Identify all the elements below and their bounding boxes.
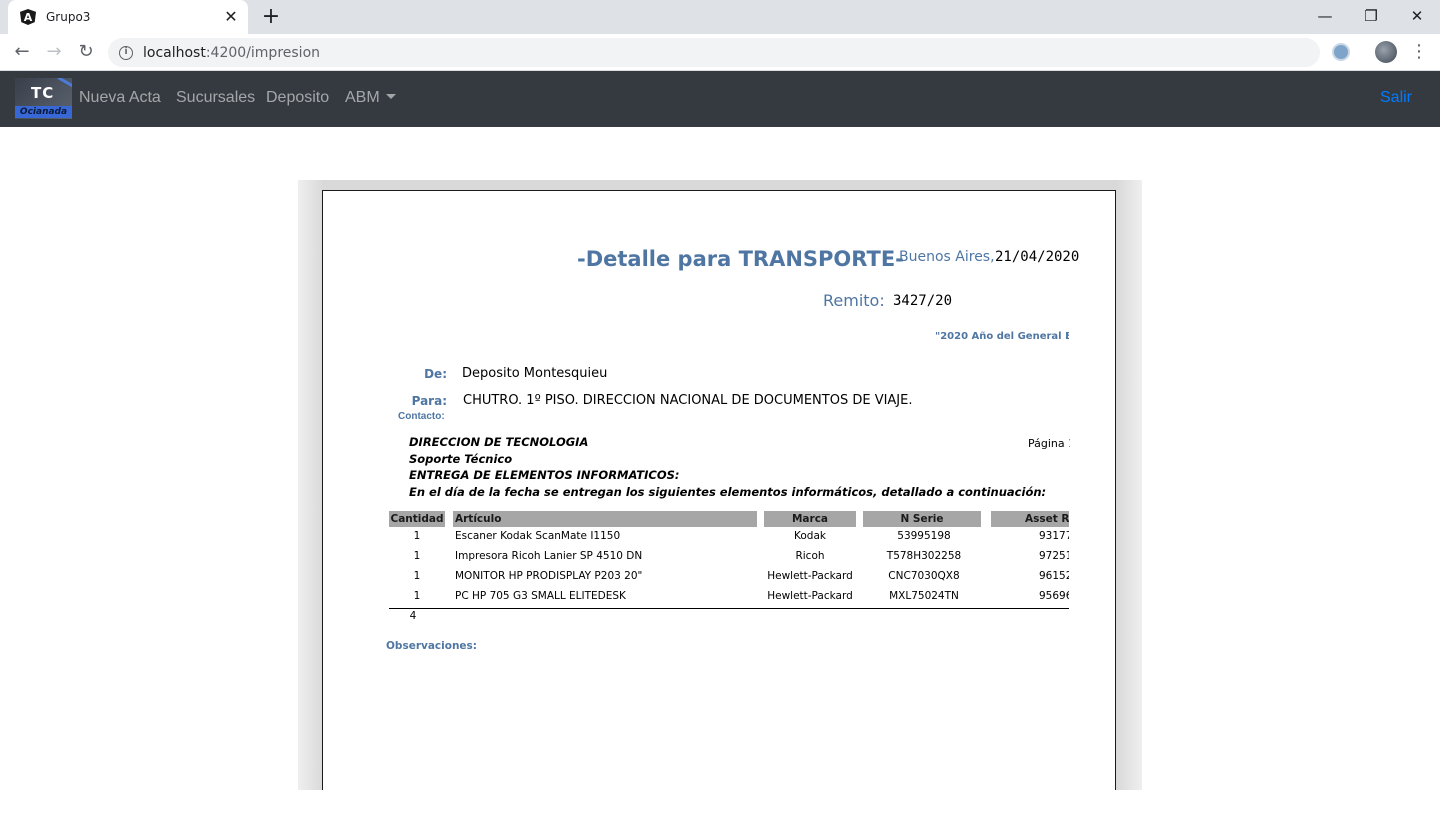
table-cell: 93177	[1039, 530, 1069, 542]
close-icon[interactable]: ✕	[222, 8, 240, 26]
column-header-nserie: N Serie	[863, 511, 981, 527]
table-cell: 1	[413, 550, 421, 562]
nav-dropdown-abm-label: ABM	[345, 89, 380, 106]
intro-line: Soporte Técnico	[409, 451, 513, 466]
table-total-divider	[389, 608, 1069, 609]
url-path: :4200/impresion	[205, 44, 321, 61]
table-cell: T578H302258	[886, 550, 962, 562]
table-cell: MXL75024TN	[889, 590, 959, 602]
url-text[interactable]: localhost:4200/impresion	[143, 45, 320, 61]
column-header-cantidad: Cantidad	[389, 511, 445, 527]
address-bar[interactable]: i localhost:4200/impresion	[108, 38, 1320, 67]
table-cell: Impresora Ricoh Lanier SP 4510 DN	[455, 550, 643, 562]
new-tab-button[interactable]: +	[260, 5, 282, 29]
brand-logo[interactable]: TC Ocianada	[15, 78, 72, 119]
brand-logo-subtext: Ocianada	[15, 106, 72, 118]
column-header-marca: Marca	[764, 511, 856, 527]
table-cell: MONITOR HP PRODISPLAY P203 20"	[455, 570, 643, 582]
browser-tabstrip: A Grupo3 ✕ + — ❐ ✕	[0, 0, 1440, 34]
de-label: De:	[424, 367, 447, 381]
de-value: Deposito Montesquieu	[462, 366, 608, 381]
nav-dropdown-abm[interactable]: ABM	[345, 89, 396, 107]
intro-block: DIRECCION DE TECNOLOGIA Soporte Técnico …	[409, 434, 1046, 500]
site-info-icon[interactable]: i	[119, 45, 133, 60]
contacto-label: Contacto:	[398, 411, 445, 422]
table-cell: Hewlett-Packard	[767, 590, 853, 602]
reload-button[interactable]: ↻	[74, 40, 98, 64]
nav-link-deposito[interactable]: Deposito	[266, 89, 329, 107]
profile-avatar-icon[interactable]	[1375, 41, 1397, 63]
extension-icon[interactable]	[1332, 43, 1350, 61]
table-cell: Escaner Kodak ScanMate I1150	[455, 530, 621, 542]
intro-line: En el día de la fecha se entregan los si…	[409, 484, 1047, 499]
intro-line: ENTREGA DE ELEMENTOS INFORMATICOS:	[409, 468, 680, 482]
browser-tab[interactable]: A Grupo3 ✕	[8, 0, 248, 34]
table-cell: 1	[413, 590, 421, 602]
document-title: -Detalle para TRANSPORTE-	[577, 247, 904, 271]
table-cell: 95696	[1039, 590, 1069, 602]
table-cell: 53995198	[897, 530, 951, 542]
intro-line: DIRECCION DE TECNOLOGIA	[409, 435, 589, 449]
remito-value: 3427/20	[893, 293, 953, 309]
app-navbar: TC Ocianada Nueva Acta Sucursales Deposi…	[0, 71, 1440, 127]
remito-label: Remito:	[823, 291, 885, 310]
window-close-button[interactable]: ✕	[1394, 4, 1440, 28]
angular-icon: A	[20, 9, 36, 25]
minimize-button[interactable]: —	[1302, 4, 1348, 28]
observaciones-label: Observaciones:	[386, 640, 478, 652]
back-button[interactable]: ←	[10, 40, 34, 64]
year-motto: "2020 Año del General Belgrano"	[935, 331, 1069, 342]
page-number: Página 1	[1028, 437, 1070, 450]
city-label: Buenos Aires,	[899, 249, 995, 265]
nav-link-sucursales[interactable]: Sucursales	[176, 89, 255, 107]
browser-toolbar: ← → ↻ i localhost:4200/impresion ⋮	[0, 34, 1440, 71]
column-header-asset: Asset RM	[991, 511, 1069, 527]
document-date: 21/04/2020	[995, 249, 1080, 265]
table-cell: Kodak	[794, 530, 826, 542]
para-value: CHUTRO. 1º PISO. DIRECCION NACIONAL DE D…	[463, 393, 913, 408]
table-cell: CNC7030QX8	[888, 570, 960, 582]
table-cell: Ricoh	[795, 550, 825, 562]
column-header-articulo: Artículo	[453, 511, 757, 527]
items-table: Cantidad Artículo Marca N Serie Asset RM…	[389, 511, 1069, 631]
url-host: localhost	[143, 44, 206, 61]
table-cell: 96152	[1039, 570, 1069, 582]
restore-button[interactable]: ❐	[1348, 4, 1394, 28]
logout-link[interactable]: Salir	[1380, 89, 1412, 107]
caret-down-icon	[385, 94, 396, 99]
para-label: Para:	[411, 394, 447, 408]
table-cell: 97251	[1039, 550, 1069, 562]
table-cell: Hewlett-Packard	[767, 570, 853, 582]
browser-menu-icon[interactable]: ⋮	[1410, 40, 1428, 64]
table-cell: 1	[413, 530, 421, 542]
nav-link-nueva-acta[interactable]: Nueva Acta	[79, 89, 161, 107]
table-total: 4	[409, 610, 417, 622]
report-page: -Detalle para TRANSPORTE- Buenos Aires, …	[322, 190, 1116, 790]
forward-button[interactable]: →	[42, 40, 66, 64]
brand-logo-text: TC	[31, 84, 55, 102]
table-cell: PC HP 705 G3 SMALL ELITEDESK	[455, 590, 626, 602]
table-cell: 1	[413, 570, 421, 582]
tab-title: Grupo3	[46, 10, 91, 24]
